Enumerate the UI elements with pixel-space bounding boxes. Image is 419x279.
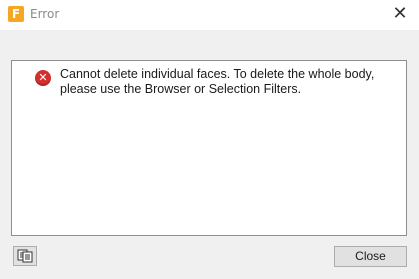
- message-panel: ✕ Cannot delete individual faces. To del…: [11, 60, 407, 236]
- window-title: Error: [30, 7, 60, 21]
- close-button[interactable]: Close: [334, 246, 407, 267]
- title-bar: F Error ✕: [0, 0, 419, 30]
- fusion-app-icon: F: [8, 6, 24, 22]
- error-icon: ✕: [35, 70, 51, 86]
- error-message: Cannot delete individual faces. To delet…: [60, 67, 375, 96]
- copy-details-button[interactable]: [13, 246, 37, 266]
- close-window-icon[interactable]: ✕: [387, 2, 413, 26]
- copy-details-icon: [17, 249, 33, 263]
- error-dialog: F Error ✕ ✕ Cannot delete individual fac…: [0, 0, 419, 279]
